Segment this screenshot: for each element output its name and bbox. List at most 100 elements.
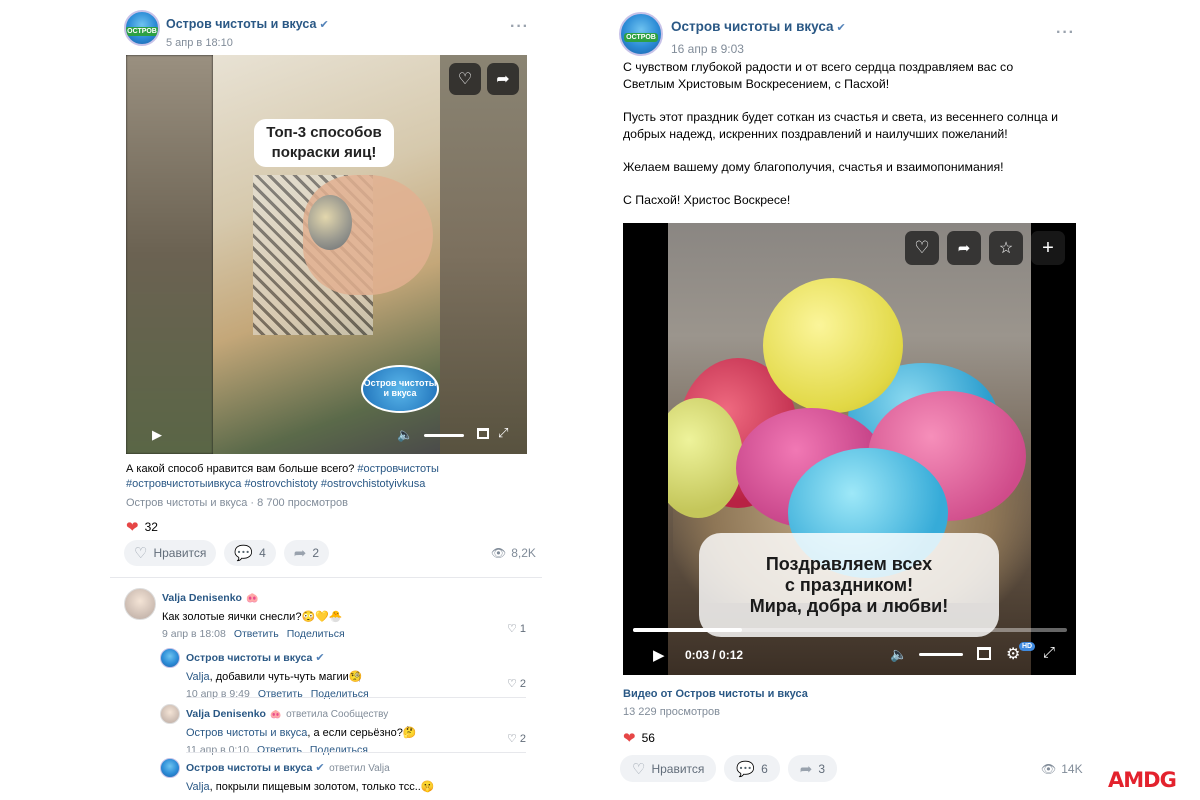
post-paragraph: С Пасхой! Христос Воскресе! <box>623 193 791 207</box>
heart-icon: ❤ <box>623 730 636 747</box>
more-icon[interactable]: ··· <box>510 18 529 36</box>
play-icon[interactable]: ▶ <box>152 427 162 443</box>
miniplayer-icon[interactable] <box>977 647 991 660</box>
fullscreen-icon[interactable]: ⤢ <box>1043 644 1055 661</box>
avatar[interactable] <box>124 588 156 620</box>
volume-slider[interactable] <box>919 653 963 656</box>
verified-icon: ✔ <box>836 22 846 34</box>
reply-link[interactable]: Ответить <box>257 744 302 756</box>
verified-icon: ✔ <box>315 652 325 664</box>
mention-link[interactable]: Остров чистоты и вкуса <box>186 727 307 739</box>
share-link[interactable]: Поделиться <box>287 628 345 640</box>
comment-author[interactable]: Остров чистоты и вкуса <box>186 652 312 664</box>
comment-like-button[interactable]: ♡ 1 <box>507 622 526 636</box>
video-overlay-caption: Поздравляем всех с праздником! Мира, доб… <box>699 533 999 637</box>
post-time[interactable]: 16 апр в 9:03 <box>671 42 846 56</box>
volume-icon[interactable]: 🔈 <box>890 646 907 663</box>
heart-outline-icon: ♡ <box>507 733 517 745</box>
watermark-logo: AMDG <box>1108 768 1177 792</box>
like-button[interactable]: ♡ Нравится <box>620 755 717 782</box>
post-text: С чувством глубокой радости и от всего с… <box>623 59 1063 225</box>
volume-slider[interactable] <box>424 434 464 437</box>
video-share-button[interactable]: ➦ <box>947 231 981 265</box>
avatar[interactable] <box>160 704 180 724</box>
post-paragraph: Желаем вашему дому благополучия, счастья… <box>623 160 1004 174</box>
video-frame: Остров чистоты и вкуса <box>213 55 440 454</box>
comment-author[interactable]: Остров чистоты и вкуса <box>186 762 312 774</box>
video-blur-right <box>440 55 527 454</box>
heart-outline-icon: ♡ <box>632 760 646 778</box>
sticker-icon: 🐽 <box>246 593 259 604</box>
video-share-button[interactable]: ➦ <box>487 63 519 95</box>
more-icon[interactable]: ··· <box>1056 24 1075 42</box>
video-like-button[interactable]: ♡ <box>905 231 939 265</box>
like-label: Нравится <box>651 761 705 776</box>
likes-summary[interactable]: ❤ 56 <box>623 729 655 747</box>
author-name[interactable]: Остров чистоты и вкуса <box>166 17 316 31</box>
reply-note: ответил Valja <box>329 763 390 774</box>
heart-outline-icon: ♡ <box>507 678 517 690</box>
fullscreen-icon[interactable]: ⤢ <box>498 425 508 441</box>
avatar[interactable] <box>160 648 180 668</box>
share-icon: ➦ <box>496 71 510 88</box>
comment-author[interactable]: Valja Denisenko <box>186 708 266 720</box>
mention-link[interactable]: Valja <box>186 781 210 793</box>
likes-count: 56 <box>641 731 655 745</box>
post-paragraph: С чувством глубокой радости и от всего с… <box>623 60 1014 91</box>
hashtag-links[interactable]: #островчистотыивкуса #ostrovchistoty #os… <box>126 478 425 490</box>
share-button[interactable]: ➦ 3 <box>787 755 838 782</box>
comment-date[interactable]: 11 апр в 0:10 <box>186 744 249 756</box>
divider <box>110 577 542 578</box>
video-bookmark-button[interactable]: ☆ <box>989 231 1023 265</box>
video-player[interactable]: Поздравляем всех с праздником! Мира, доб… <box>623 223 1076 675</box>
avatar[interactable] <box>160 758 180 778</box>
comment-date[interactable]: 9 апр в 18:08 <box>162 628 226 640</box>
comment-button[interactable]: 💬 6 <box>724 755 780 782</box>
likes-count: 32 <box>144 520 158 534</box>
reply-link[interactable]: Ответить <box>258 688 303 700</box>
reply-link[interactable]: Ответить <box>234 628 279 640</box>
like-button[interactable]: ♡ Нравится <box>124 540 217 566</box>
post-header: ОСТРОВ Остров чистоты и вкуса ✔ 16 апр в … <box>619 12 846 56</box>
video-title-link[interactable]: Видео от Остров чистоты и вкуса <box>623 688 808 700</box>
divider <box>186 697 526 698</box>
author-name[interactable]: Остров чистоты и вкуса <box>671 19 834 34</box>
community-avatar[interactable]: ОСТРОВ <box>619 12 663 56</box>
comment-button[interactable]: 💬 4 <box>224 540 276 566</box>
comments-count: 6 <box>761 761 768 776</box>
volume-icon[interactable]: 🔈 <box>397 427 413 443</box>
play-icon[interactable]: ▶ <box>653 646 665 664</box>
share-button[interactable]: ➦ 2 <box>283 540 330 566</box>
comment-text: Как золотые яички снесли?😳💛🐣 <box>162 611 343 623</box>
comment-text: , покрыли пищевым золотом, только тсс..🤫 <box>209 781 435 793</box>
video-progress-fill <box>633 628 742 632</box>
comment-author[interactable]: Valja Denisenko <box>162 592 242 604</box>
community-avatar[interactable]: ОСТРОВ <box>124 10 160 46</box>
hashtag-link[interactable]: #островчистоты <box>357 463 438 475</box>
post-time[interactable]: 5 апр в 18:10 <box>166 37 329 49</box>
comment-item: Valja Denisenko 🐽 ответила Сообществу Ос… <box>160 704 417 756</box>
video-add-button[interactable]: + <box>1031 231 1065 265</box>
eye-icon: 👁 <box>491 546 507 560</box>
comment-like-button[interactable]: ♡ 2 <box>507 732 526 746</box>
heart-outline-icon: ♡ <box>507 623 517 635</box>
video-player[interactable]: Остров чистоты и вкуса Топ-3 способов по… <box>126 55 527 454</box>
comment-like-button[interactable]: ♡ 2 <box>507 677 526 691</box>
share-link[interactable]: Поделиться <box>310 744 368 756</box>
miniplayer-icon[interactable] <box>477 428 489 439</box>
left-post: ОСТРОВ Остров чистоты и вкуса ✔ 5 апр в 1… <box>110 0 542 800</box>
comment-item: Valja Denisenko 🐽 Как золотые яички снес… <box>124 588 353 640</box>
eye-icon: 👁 <box>1041 762 1057 776</box>
video-progress-bar[interactable] <box>633 628 1067 632</box>
hd-badge: HD <box>1019 642 1036 651</box>
video-like-button[interactable]: ♡ <box>449 63 481 95</box>
mention-link[interactable]: Valja <box>186 671 210 683</box>
share-link[interactable]: Поделиться <box>311 688 369 700</box>
share-icon: ➦ <box>957 240 971 257</box>
likes-summary[interactable]: ❤ 32 <box>126 518 158 536</box>
comment-date[interactable]: 10 апр в 9:49 <box>186 688 250 700</box>
verified-icon: ✔ <box>319 19 329 31</box>
shares-count: 3 <box>818 761 826 776</box>
comment-text: , а если серьёзно?🤔 <box>307 727 417 739</box>
verified-icon: ✔ <box>315 762 325 774</box>
